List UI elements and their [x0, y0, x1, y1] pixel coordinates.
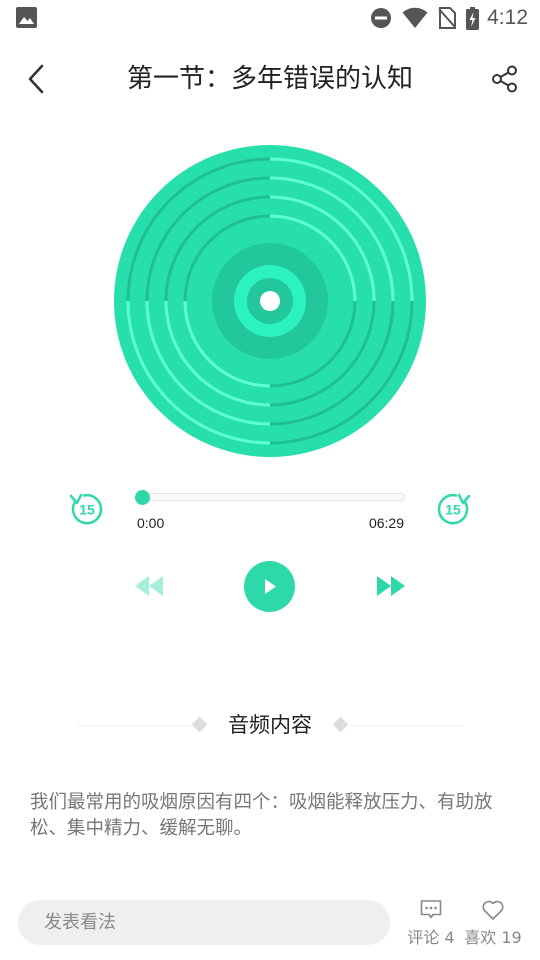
back-arrow-icon[interactable] — [20, 60, 56, 98]
total-time: 06:29 — [368, 515, 404, 531]
forward-15-icon: 15 — [437, 493, 471, 525]
rewind-15-label: 15 — [79, 502, 95, 518]
comments-button[interactable]: 评论 4 — [404, 896, 458, 948]
audio-content-text: 我们最常用的吸烟原因有四个：吸烟能释放压力、有助放松、集中精力、缓解无聊。 — [30, 792, 493, 839]
likes-label: 喜欢 19 — [464, 928, 522, 947]
no-sim-icon — [438, 7, 457, 29]
section-header: 音频内容 — [78, 705, 462, 745]
wifi-icon — [402, 7, 428, 29]
next-button[interactable] — [372, 568, 410, 604]
vinyl-disc-artwork — [114, 145, 426, 457]
comment-input[interactable] — [18, 900, 390, 945]
previous-button[interactable] — [130, 568, 168, 604]
progress-bar[interactable] — [135, 489, 405, 505]
play-button[interactable] — [244, 561, 295, 612]
share-icon[interactable] — [488, 62, 522, 96]
status-bar: 4:12 — [0, 0, 540, 36]
play-icon — [265, 579, 276, 594]
heart-icon — [482, 900, 504, 920]
do-not-disturb-icon — [371, 8, 392, 28]
progress-thumb[interactable] — [135, 489, 150, 505]
page-title: 第一节：多年错误的认知 — [126, 64, 413, 94]
current-time: 0:00 — [137, 515, 165, 531]
status-icons: 4:12 — [360, 6, 528, 30]
battery-charging-icon — [466, 6, 480, 30]
status-time: 4:12 — [487, 6, 528, 29]
comment-icon — [420, 900, 442, 919]
fast-rewind-icon — [135, 576, 163, 596]
comments-label: 评论 4 — [407, 928, 455, 947]
rewind-15-button[interactable]: 15 — [68, 490, 106, 528]
gallery-icon — [16, 7, 37, 28]
forward-15-button[interactable]: 15 — [434, 490, 472, 528]
audio-player-screen: 4:12 第一节：多年错误的认知 15 15 0:00 06:29 音频内容 我… — [0, 0, 540, 960]
replay-15-icon: 15 — [69, 493, 103, 525]
fast-forward-icon — [377, 576, 405, 596]
forward-15-label: 15 — [445, 502, 461, 518]
header: 第一节：多年错误的认知 — [0, 48, 540, 110]
divider-right — [350, 725, 462, 726]
like-button[interactable]: 喜欢 19 — [462, 896, 524, 948]
